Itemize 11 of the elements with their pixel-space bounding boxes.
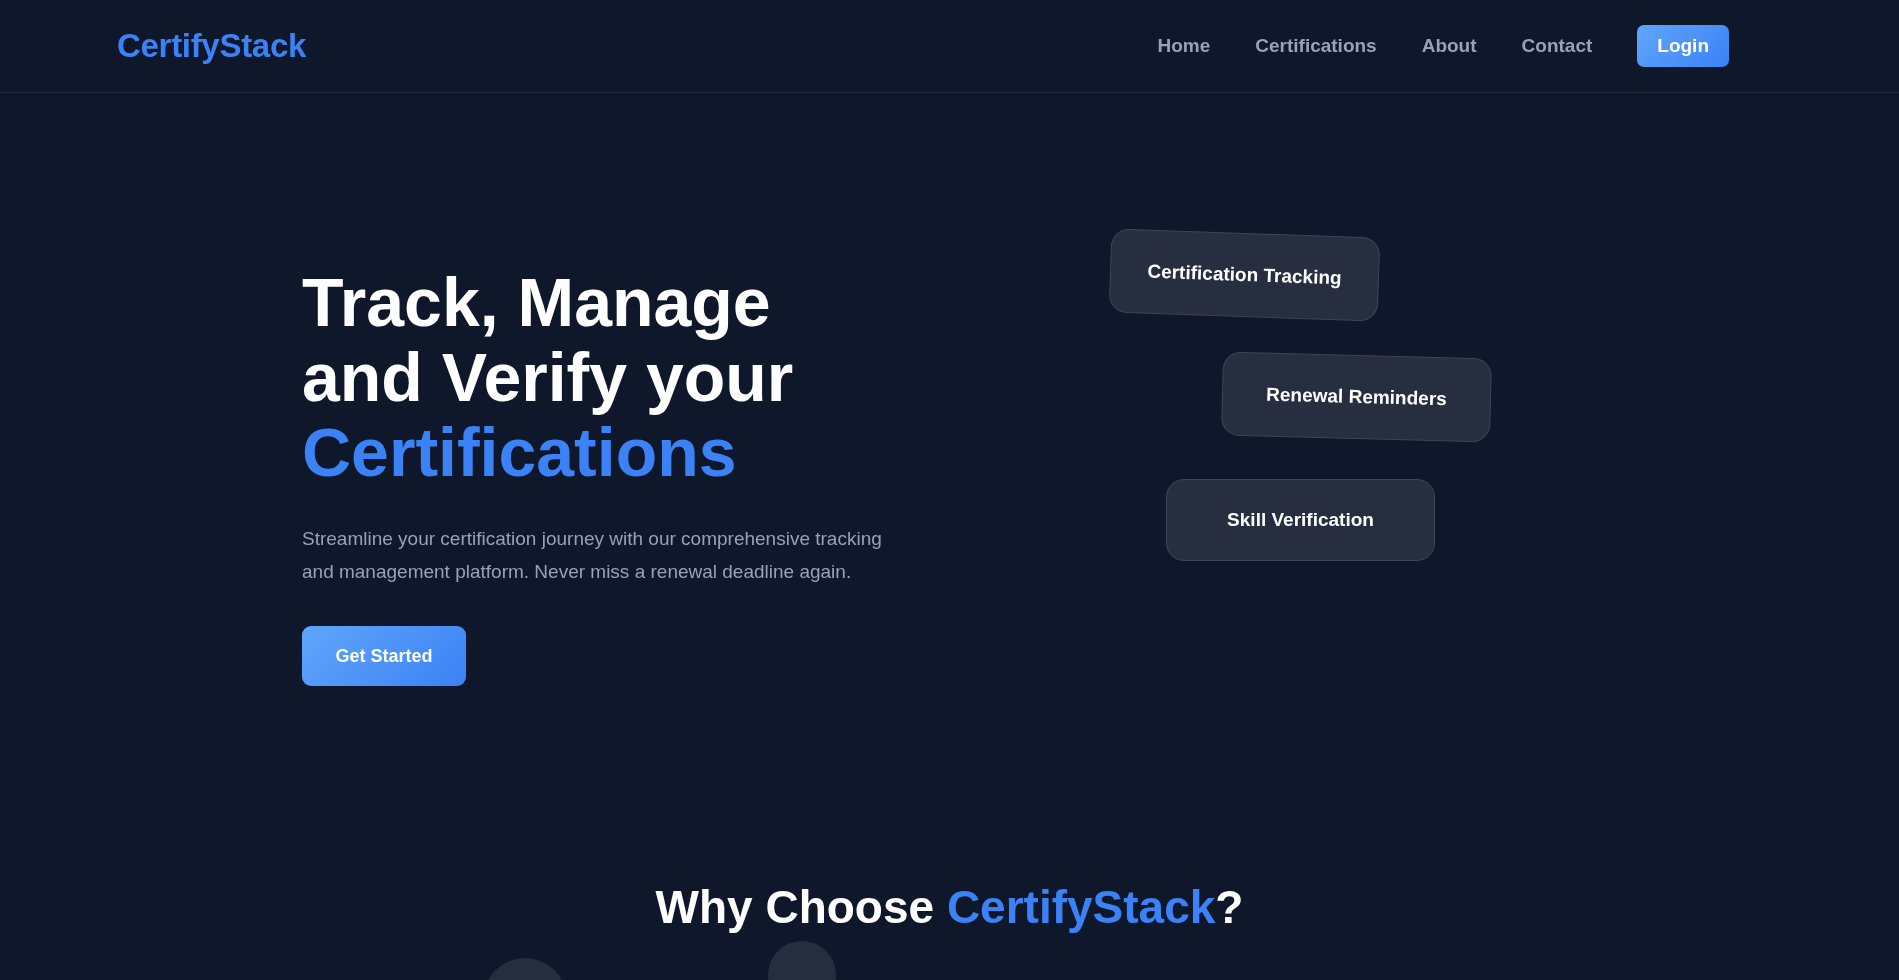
nav-link[interactable]: Home	[1157, 35, 1211, 57]
nav-link[interactable]: About	[1421, 35, 1477, 57]
section-heading: Why Choose CertifyStack?	[655, 880, 1244, 934]
hero-description: Streamline your certification journey with our comprehensive tracking and management platform. Never miss a renewal deadline again.	[302, 527, 883, 584]
feature-card: Certification Tracking	[1108, 228, 1381, 322]
feature-card: Renewal Reminders	[1220, 351, 1493, 443]
nav-link[interactable]: Certifications	[1255, 35, 1377, 57]
hero-heading: Track, Manage and Verify your Certifications	[302, 265, 794, 490]
nav-link[interactable]: Contact	[1521, 35, 1593, 57]
logo[interactable]: CertifyStack	[117, 27, 306, 65]
feature-card: Skill Verification	[1166, 479, 1435, 561]
